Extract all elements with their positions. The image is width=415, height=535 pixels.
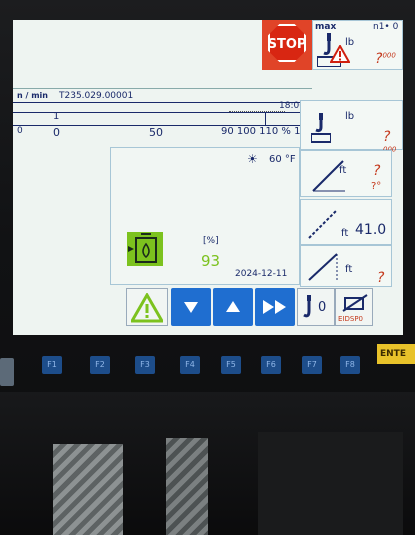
enter-key[interactable]: ENTE <box>377 344 415 364</box>
max-label: max <box>315 22 337 32</box>
scale-top-line <box>13 88 312 89</box>
hook-height-icon <box>308 253 338 281</box>
eidsp-button[interactable]: EIDSP0 <box>335 288 373 326</box>
fast-forward-icon <box>263 300 274 314</box>
device-code: T235.029.00001 <box>59 91 134 101</box>
hook-icon-mid <box>311 113 331 143</box>
hook-height-tile[interactable]: ft ? <box>300 245 392 287</box>
angle-unit: ?° <box>371 181 382 192</box>
main-status-panel: ☀ 60 °F [%] 93 2024-12-11 <box>110 147 300 285</box>
arrow-down-button[interactable] <box>171 288 211 326</box>
scale-dotted-range <box>229 99 285 112</box>
radius-icon <box>308 209 338 239</box>
crossed-device-icon <box>342 294 368 312</box>
load-unknown-top: ?000 <box>375 51 396 67</box>
rpm-scale: n / min T235.029.00001 18:06 1 0 0 50 90… <box>13 88 313 146</box>
hook-counter-button[interactable]: 0 <box>297 288 335 326</box>
scale-tick-0a: 0 <box>17 126 23 136</box>
temperature-value: 60 °F <box>269 154 296 165</box>
boom-angle-tile[interactable]: ft ? ?° <box>300 150 392 197</box>
height-ft-label: ft <box>345 264 353 275</box>
left-edge-key[interactable] <box>0 358 14 386</box>
radius-value: 41.0 <box>355 222 387 238</box>
key-f5[interactable]: F5 <box>221 356 241 374</box>
key-f6[interactable]: F6 <box>261 356 281 374</box>
key-f7[interactable]: F7 <box>302 356 322 374</box>
tank-level-icon <box>127 232 163 266</box>
arrow-down-icon <box>184 302 198 313</box>
scale-mark-one: 1 <box>53 111 60 122</box>
lower-console <box>0 392 415 535</box>
lb-top-label: lb <box>345 37 355 48</box>
n-min-label: n / min <box>17 91 48 100</box>
scale-marker <box>265 113 266 125</box>
key-f2[interactable]: F2 <box>90 356 110 374</box>
key-f4[interactable]: F4 <box>180 356 200 374</box>
middle-pedal[interactable] <box>166 438 208 535</box>
scale-tick-50: 50 <box>149 126 163 139</box>
key-f8[interactable]: F8 <box>340 356 360 374</box>
arrow-up-icon <box>226 301 240 312</box>
fast-forward-button[interactable] <box>255 288 295 326</box>
q-top-sup: 000 <box>382 51 396 60</box>
right-panel-block <box>258 432 403 535</box>
fast-forward-icon-2 <box>275 300 286 314</box>
arrow-up-button[interactable] <box>213 288 253 326</box>
angle-unknown: ? <box>373 163 381 179</box>
hook-load-tile[interactable]: lb ?000 <box>300 100 403 153</box>
scale-tick-0b: 0 <box>53 126 60 139</box>
max-load-tile: max n1• 0 lb ?000 <box>312 20 403 70</box>
key-f3[interactable]: F3 <box>135 356 155 374</box>
warning-button[interactable] <box>126 288 168 326</box>
angle-ft-label: ft <box>339 165 347 176</box>
hook-counter-icon <box>303 295 311 318</box>
left-pedal[interactable] <box>53 444 123 535</box>
radius-ft-label: ft <box>341 228 349 239</box>
lb-mid-label: lb <box>345 111 355 122</box>
stop-label: STOP <box>267 37 307 52</box>
radius-tile[interactable]: ft 41.0 <box>300 199 392 245</box>
hook-count: 0 <box>318 300 327 315</box>
display-screen: max n1• 0 lb ?000 STOP n / min T235.029.… <box>13 20 403 335</box>
date-display: 2024-12-11 <box>235 269 288 279</box>
key-f1[interactable]: F1 <box>42 356 62 374</box>
tank-drop-icon <box>128 233 157 263</box>
percent-label: [%] <box>203 236 219 246</box>
percent-value: 93 <box>201 252 221 270</box>
warning-icon <box>131 293 163 323</box>
eidsp-label: EIDSP0 <box>338 315 363 323</box>
stop-button[interactable]: STOP <box>262 20 312 70</box>
sun-icon: ☀ <box>247 152 258 166</box>
n1-label: n1• 0 <box>373 22 399 32</box>
q-mid-text: ? <box>383 129 391 145</box>
height-unknown: ? <box>377 270 385 286</box>
